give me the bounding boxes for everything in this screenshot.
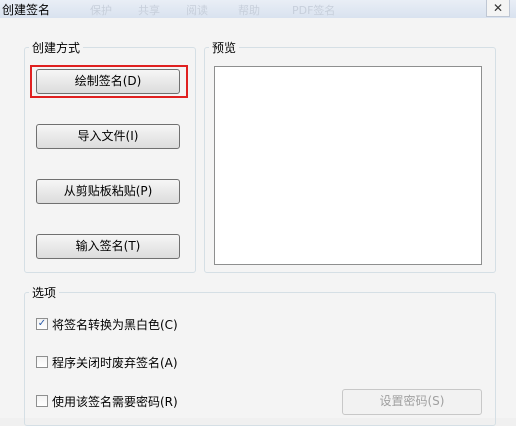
window-title: 创建签名 <box>2 3 51 17</box>
ghost-menu-item: 保护 <box>90 4 112 17</box>
import-file-button[interactable]: 导入文件(I) <box>36 124 180 149</box>
options-legend: 选项 <box>32 286 57 300</box>
ghost-menu-item: PDF签名 <box>292 4 336 17</box>
paste-clipboard-button[interactable]: 从剪贴板粘贴(P) <box>36 179 180 204</box>
convert-bw-checkbox[interactable]: ✓ <box>36 318 48 330</box>
type-signature-button[interactable]: 输入签名(T) <box>36 234 180 259</box>
require-password-label: 使用该签名需要密码(R) <box>52 395 178 409</box>
ghost-menu-item: 帮助 <box>238 4 260 17</box>
close-button[interactable]: ✕ <box>486 0 510 17</box>
dialog-body: 创建方式 绘制签名(D) 导入文件(I) 从剪贴板粘贴(P) 输入签名(T) 预… <box>0 18 516 426</box>
title-bar: 创建签名 保护 共享 阅读 帮助 PDF签名 ✕ <box>0 0 516 18</box>
preview-legend: 预览 <box>212 41 237 55</box>
preview-area <box>214 66 482 265</box>
create-method-legend: 创建方式 <box>32 41 81 55</box>
convert-bw-label: 将签名转换为黑白色(C) <box>52 318 178 332</box>
discard-on-close-checkbox[interactable] <box>36 356 48 368</box>
require-password-checkbox[interactable] <box>36 395 48 407</box>
ghost-menu-item: 共享 <box>138 4 160 17</box>
discard-on-close-label: 程序关闭时废弃签名(A) <box>52 356 178 370</box>
close-icon: ✕ <box>492 1 504 15</box>
draw-signature-button[interactable]: 绘制签名(D) <box>36 69 180 94</box>
ghost-menu-item: 阅读 <box>186 4 208 17</box>
set-password-button[interactable]: 设置密码(S) <box>342 389 482 415</box>
